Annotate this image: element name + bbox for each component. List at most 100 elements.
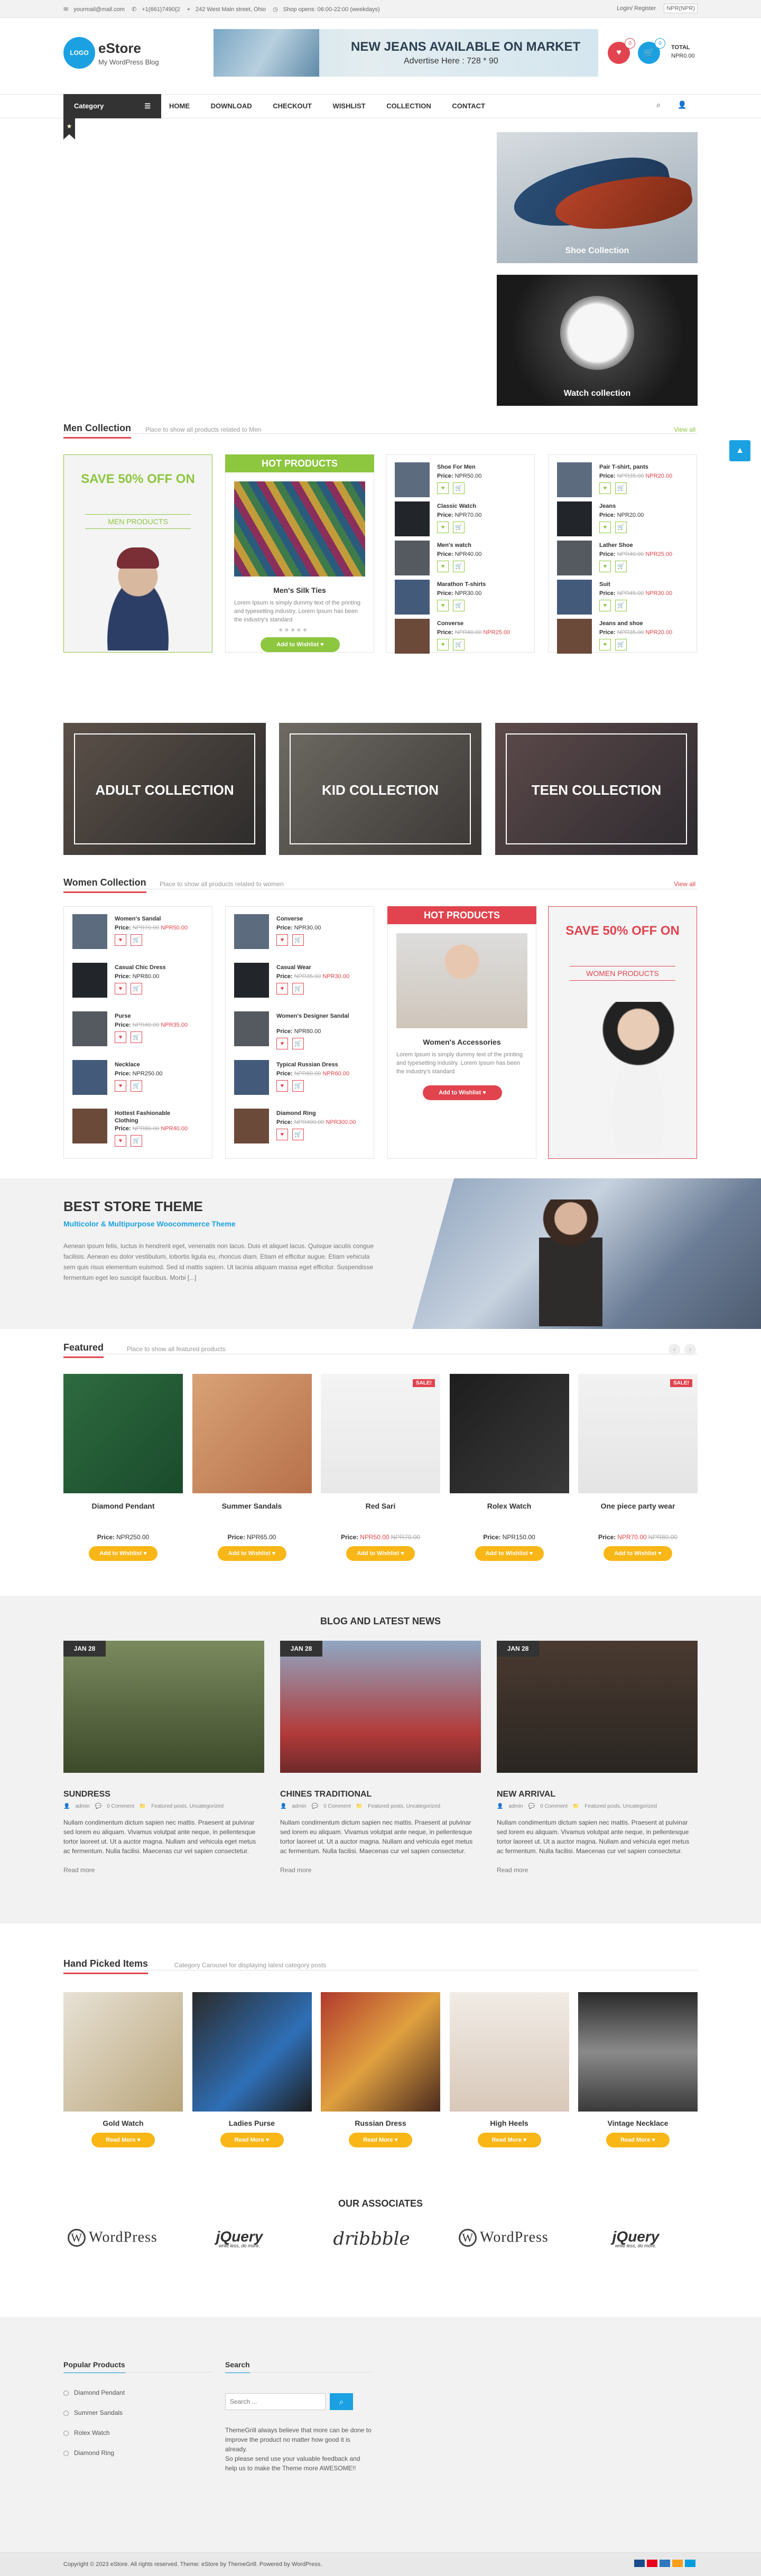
men-view-all-link[interactable]: View all (674, 426, 695, 433)
product-thumbnail[interactable] (234, 914, 269, 949)
scroll-to-top-icon[interactable]: ▲ (729, 440, 750, 461)
product-name[interactable]: Typical Russian Dress (276, 1061, 356, 1068)
post-comments[interactable]: 0 Comment (540, 1803, 568, 1809)
wishlist-heart-icon[interactable]: ♥ (115, 934, 126, 946)
shoe-collection-promo[interactable]: Shoe Collection (497, 132, 698, 263)
product-name[interactable]: Men's watch (437, 542, 516, 549)
product-name[interactable]: Ladies Purse (192, 2119, 312, 2127)
wishlist-heart-icon[interactable]: ♥ (437, 482, 449, 494)
handpicked-card[interactable]: Gold Watch Read More ♥ (63, 1992, 183, 2147)
product-thumbnail[interactable] (395, 619, 430, 654)
product-name[interactable]: Gold Watch (63, 2119, 183, 2127)
hot-product-name[interactable]: Women's Accessories (388, 1038, 536, 1046)
menu-item-download[interactable]: DOWNLOAD (211, 102, 252, 110)
wishlist-heart-icon[interactable]: ♥ (599, 561, 611, 572)
footer-link[interactable]: Rolex Watch (63, 2429, 110, 2436)
post-categories[interactable]: Featured posts, Uncategorized (151, 1803, 224, 1809)
product-list-item[interactable]: Jeans and shoe Price: NPR35.00 NPR20.00 ♥ 🛒 (557, 619, 689, 661)
silk-ties-image[interactable] (234, 481, 365, 576)
product-name[interactable]: Hottest Fashionable Clothing (115, 1110, 194, 1124)
add-to-cart-icon[interactable]: 🛒 (131, 934, 142, 946)
hot-product-name[interactable]: Men's Silk Ties (226, 586, 374, 594)
read-more-button[interactable]: Read More ♥ (91, 2133, 155, 2147)
read-more-link[interactable]: Read more (497, 1866, 698, 1874)
carousel-next-icon[interactable]: › (684, 1344, 696, 1355)
wishlist-heart-icon[interactable]: ♥ (599, 600, 611, 611)
post-categories[interactable]: Featured posts, Uncategorized (584, 1803, 657, 1809)
jquery-logo[interactable]: jQuery write less, do more. (180, 2228, 299, 2255)
add-to-cart-icon[interactable]: 🛒 (131, 983, 142, 994)
blog-post-image[interactable]: JAN 28 (63, 1641, 264, 1773)
watch-collection-promo[interactable]: Watch collection (497, 275, 698, 406)
women-view-all-link[interactable]: View all (674, 880, 695, 888)
product-name[interactable]: Marathon T-shirts (437, 581, 516, 588)
add-to-cart-icon[interactable]: 🛒 (453, 482, 465, 494)
product-thumbnail[interactable] (395, 541, 430, 575)
product-name[interactable]: Russian Dress (321, 2119, 440, 2127)
teen-collection-banner[interactable]: TEEN COLLECTION (495, 723, 698, 855)
product-list-item[interactable]: Converse Price: NPR30.00 ♥ 🛒 (234, 914, 366, 956)
product-thumbnail[interactable] (557, 462, 592, 497)
product-thumbnail[interactable] (234, 963, 269, 998)
add-to-cart-icon[interactable]: 🛒 (453, 600, 465, 611)
product-name[interactable]: Rolex Watch (450, 1502, 569, 1510)
menu-item-contact[interactable]: CONTACT (452, 102, 485, 110)
women-sale-banner[interactable]: SAVE 50% OFF ON WOMEN PRODUCTS (548, 906, 697, 1159)
read-more-button[interactable]: Read More ♥ (606, 2133, 670, 2147)
wishlist-heart-icon[interactable]: ♥ (599, 639, 611, 650)
product-list-item[interactable]: Diamond Ring Price: NPR400.00 NPR300.00 ♥ 🛒 (234, 1109, 366, 1151)
men-sale-banner[interactable]: SAVE 50% OFF ON MEN PRODUCTS (63, 454, 212, 653)
add-to-cart-icon[interactable]: 🛒 (615, 600, 627, 611)
product-thumbnail[interactable] (557, 619, 592, 654)
product-list-item[interactable]: Suit Price: NPR45.00 NPR30.00 ♥ 🛒 (557, 580, 689, 622)
add-to-cart-icon[interactable]: 🛒 (292, 1038, 304, 1049)
post-comments[interactable]: 0 Comment (323, 1803, 351, 1809)
footer-search-input[interactable] (225, 2393, 326, 2410)
menu-item-wishlist[interactable]: WISHLIST (333, 102, 366, 110)
product-list-item[interactable]: Lather Shoe Price: NPR40.00 NPR25.00 ♥ 🛒 (557, 541, 689, 583)
product-thumbnail[interactable] (557, 541, 592, 575)
product-name[interactable]: Purse (115, 1012, 194, 1020)
search-submit-icon[interactable]: ⌕ (330, 2393, 353, 2410)
post-author[interactable]: admin (508, 1803, 523, 1809)
add-to-cart-icon[interactable]: 🛒 (615, 561, 627, 572)
post-comments[interactable]: 0 Comment (107, 1803, 134, 1809)
product-list-item[interactable]: Men's watch Price: NPR40.00 ♥ 🛒 (395, 541, 527, 583)
product-name[interactable]: One piece party wear (578, 1502, 698, 1510)
product-name[interactable]: Women's Designer Sandal (276, 1012, 356, 1020)
product-name[interactable]: Jeans (599, 503, 679, 510)
wishlist-heart-icon[interactable]: ♥ (276, 1129, 288, 1140)
read-more-button[interactable]: Read More ♥ (220, 2133, 284, 2147)
login-link[interactable]: Login/ Register (617, 5, 656, 12)
product-name[interactable]: Classic Watch (437, 503, 516, 510)
product-image[interactable]: SALE! (321, 1374, 440, 1493)
wishlist-heart-icon[interactable]: ♥ (437, 522, 449, 533)
product-name[interactable]: Shoe For Men (437, 463, 516, 471)
product-list-item[interactable]: Shoe For Men Price: NPR50.00 ♥ 🛒 (395, 462, 527, 505)
featured-product-card[interactable]: Diamond Pendant Price: NPR250.00 Add to Wis… (63, 1374, 183, 1561)
post-categories[interactable]: Featured posts, Uncategorized (368, 1803, 440, 1809)
product-name[interactable]: Red Sari (321, 1502, 440, 1510)
post-title[interactable]: CHINES TRADITIONAL (280, 1790, 481, 1799)
product-name[interactable]: High Heels (450, 2119, 569, 2127)
add-to-wishlist-button[interactable]: Add to Wishlist ♥ (423, 1085, 502, 1100)
product-name[interactable]: Necklace (115, 1061, 194, 1068)
product-name[interactable]: Vintage Necklace (578, 2119, 698, 2127)
topbar-email[interactable]: yourmail@mail.com (73, 6, 125, 13)
product-thumbnail[interactable] (72, 1011, 107, 1046)
add-to-wishlist-button[interactable]: Add to Wishlist ♥ (217, 1546, 286, 1561)
footer-link[interactable]: Diamond Ring (63, 2449, 114, 2457)
menu-item-collection[interactable]: COLLECTION (386, 102, 431, 110)
product-thumbnail[interactable] (234, 1109, 269, 1143)
post-author[interactable]: admin (292, 1803, 306, 1809)
post-title[interactable]: NEW ARRIVAL (497, 1790, 698, 1799)
post-author[interactable]: admin (75, 1803, 89, 1809)
wishlist-heart-icon[interactable]: ♥ (276, 1038, 288, 1049)
wordpress-logo[interactable]: W WordPress (444, 2228, 563, 2255)
product-image[interactable] (63, 1992, 183, 2112)
carousel-prev-icon[interactable]: ‹ (669, 1344, 680, 1355)
product-name[interactable]: Pair T-shirt, pants (599, 463, 679, 471)
product-thumbnail[interactable] (72, 1109, 107, 1143)
product-list-item[interactable]: Typical Russian Dress Price: NPR80.00 NPR60… (234, 1060, 366, 1102)
footer-link[interactable]: Diamond Pendant (63, 2389, 125, 2396)
